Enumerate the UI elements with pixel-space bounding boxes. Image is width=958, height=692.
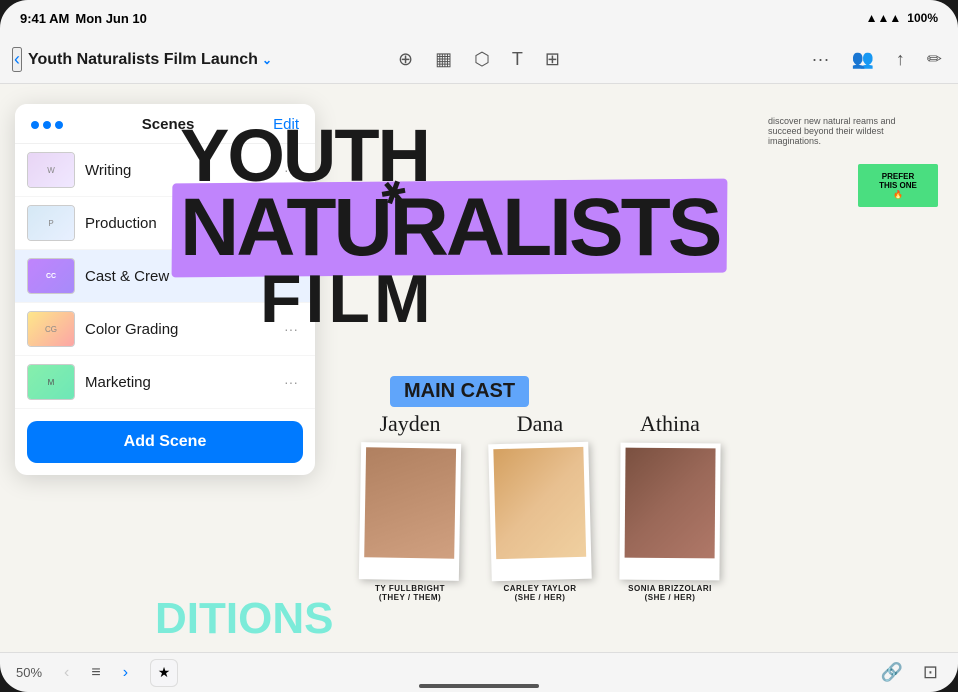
cast-item-sonia: Athina SONIA BRIZZOLARI(SHE / HER) — [620, 411, 720, 602]
time: 9:41 AM — [20, 11, 69, 26]
cast-script-dana: Dana — [517, 411, 563, 437]
text-icon[interactable]: T — [508, 45, 527, 74]
polaroid-ty — [359, 442, 461, 581]
back-button[interactable]: ‹ — [12, 47, 22, 72]
zoom-level: 50% — [16, 665, 42, 680]
dot-1 — [31, 121, 39, 129]
toolbar-left: ‹ Youth Naturalists Film Launch ⌄ — [12, 47, 318, 72]
ipad-frame: 9:41 AM Mon Jun 10 ▲▲▲ 100% ‹ Youth Natu… — [0, 0, 958, 692]
wifi-icon: ▲▲▲ — [866, 11, 902, 25]
share-icon[interactable]: ↑ — [892, 45, 909, 74]
prefer-text: PREFERTHIS ONE — [866, 172, 930, 190]
status-left: 9:41 AM Mon Jun 10 — [20, 11, 147, 26]
scene-thumb-production: P — [27, 205, 75, 241]
prefer-emoji: 🔥 — [866, 190, 930, 199]
scene-name-color: Color Grading — [85, 321, 269, 338]
title-chevron-icon: ⌄ — [262, 53, 272, 67]
scene-thumb-color: CG — [27, 311, 75, 347]
scene-thumb-marketing: M — [27, 364, 75, 400]
star-icon: ★ — [158, 664, 171, 681]
insert-icon[interactable]: ⊕ — [394, 45, 417, 74]
cast-item-ty: Jayden TY FULLBRIGHT(THEY / THEM) — [360, 411, 460, 602]
bottom-partial-text: DITIONS — [155, 594, 333, 644]
cast-script-athina: Athina — [640, 411, 700, 437]
title-area: YOUTH NATURALISTS FILM — [180, 119, 858, 333]
list-view-icon[interactable]: ≡ — [91, 664, 100, 682]
nav-forward-button[interactable]: › — [117, 662, 134, 684]
photo-carley — [493, 447, 586, 559]
scenes-dots-icon[interactable] — [31, 121, 63, 129]
collaborators-icon[interactable]: 👥 — [847, 45, 877, 74]
scene-thumb-cast: CC — [27, 258, 75, 294]
cast-item-carley: Dana CARLEY TAYLOR(SHE / HER) — [490, 411, 590, 602]
main-cast-label: MAIN CAST — [390, 376, 529, 407]
toolbar-center: ⊕ ▦ ⬡ T ⊞ — [326, 45, 632, 74]
naturalists-container: NATURALISTS — [180, 187, 719, 269]
toolbar-right: ··· 👥 ↑ ✏ — [640, 45, 946, 74]
shapes-icon[interactable]: ⬡ — [470, 45, 494, 74]
battery-level: 100% — [907, 11, 938, 25]
scene-name-marketing: Marketing — [85, 374, 269, 391]
dot-2 — [43, 121, 51, 129]
polaroid-carley — [488, 442, 592, 582]
naturalists-text: NATURALISTS — [180, 187, 719, 269]
play-icon[interactable]: ✏ — [923, 45, 946, 74]
nav-back-button[interactable]: ‹ — [58, 662, 75, 684]
app-toolbar: ‹ Youth Naturalists Film Launch ⌄ ⊕ ▦ ⬡ … — [0, 36, 958, 84]
cast-photos: Jayden TY FULLBRIGHT(THEY / THEM) Dana C… — [360, 411, 720, 602]
table-icon[interactable]: ▦ — [431, 45, 456, 74]
view-mode-icon[interactable]: ⊡ — [919, 658, 942, 687]
star-button[interactable]: ★ — [150, 659, 178, 687]
main-content: Aileen Zeigen discover new natural reams… — [0, 84, 958, 652]
scene-thumb-writing: W — [27, 152, 75, 188]
document-title[interactable]: Youth Naturalists Film Launch ⌄ — [28, 51, 272, 69]
home-indicator — [419, 684, 539, 688]
date: Mon Jun 10 — [75, 11, 147, 26]
dot-3 — [55, 121, 63, 129]
bottom-right: 🔗 ⊡ — [876, 658, 942, 687]
add-scene-button[interactable]: Add Scene — [27, 421, 303, 463]
scene-more-marketing[interactable]: ··· — [279, 370, 303, 394]
photo-ty — [364, 447, 456, 559]
canvas-area: Aileen Zeigen discover new natural reams… — [0, 84, 958, 652]
more-icon[interactable]: ··· — [808, 45, 834, 74]
media-icon[interactable]: ⊞ — [541, 45, 564, 74]
cast-label-sonia: SONIA BRIZZOLARI(SHE / HER) — [628, 584, 712, 602]
polaroid-sonia — [619, 443, 720, 581]
link-icon[interactable]: 🔗 — [876, 658, 906, 687]
status-bar: 9:41 AM Mon Jun 10 ▲▲▲ 100% — [0, 0, 958, 36]
photo-sonia — [625, 448, 716, 559]
status-right: ▲▲▲ 100% — [866, 11, 938, 25]
cast-label-carley: CARLEY TAYLOR(SHE / HER) — [503, 584, 576, 602]
cast-label-ty: TY FULLBRIGHT(THEY / THEM) — [375, 584, 445, 602]
scene-item-marketing[interactable]: M Marketing ··· — [15, 356, 315, 409]
prefer-sticky-note: PREFERTHIS ONE 🔥 — [858, 164, 938, 207]
cast-script-jayden: Jayden — [379, 411, 440, 437]
film-text: FILM — [260, 265, 858, 333]
